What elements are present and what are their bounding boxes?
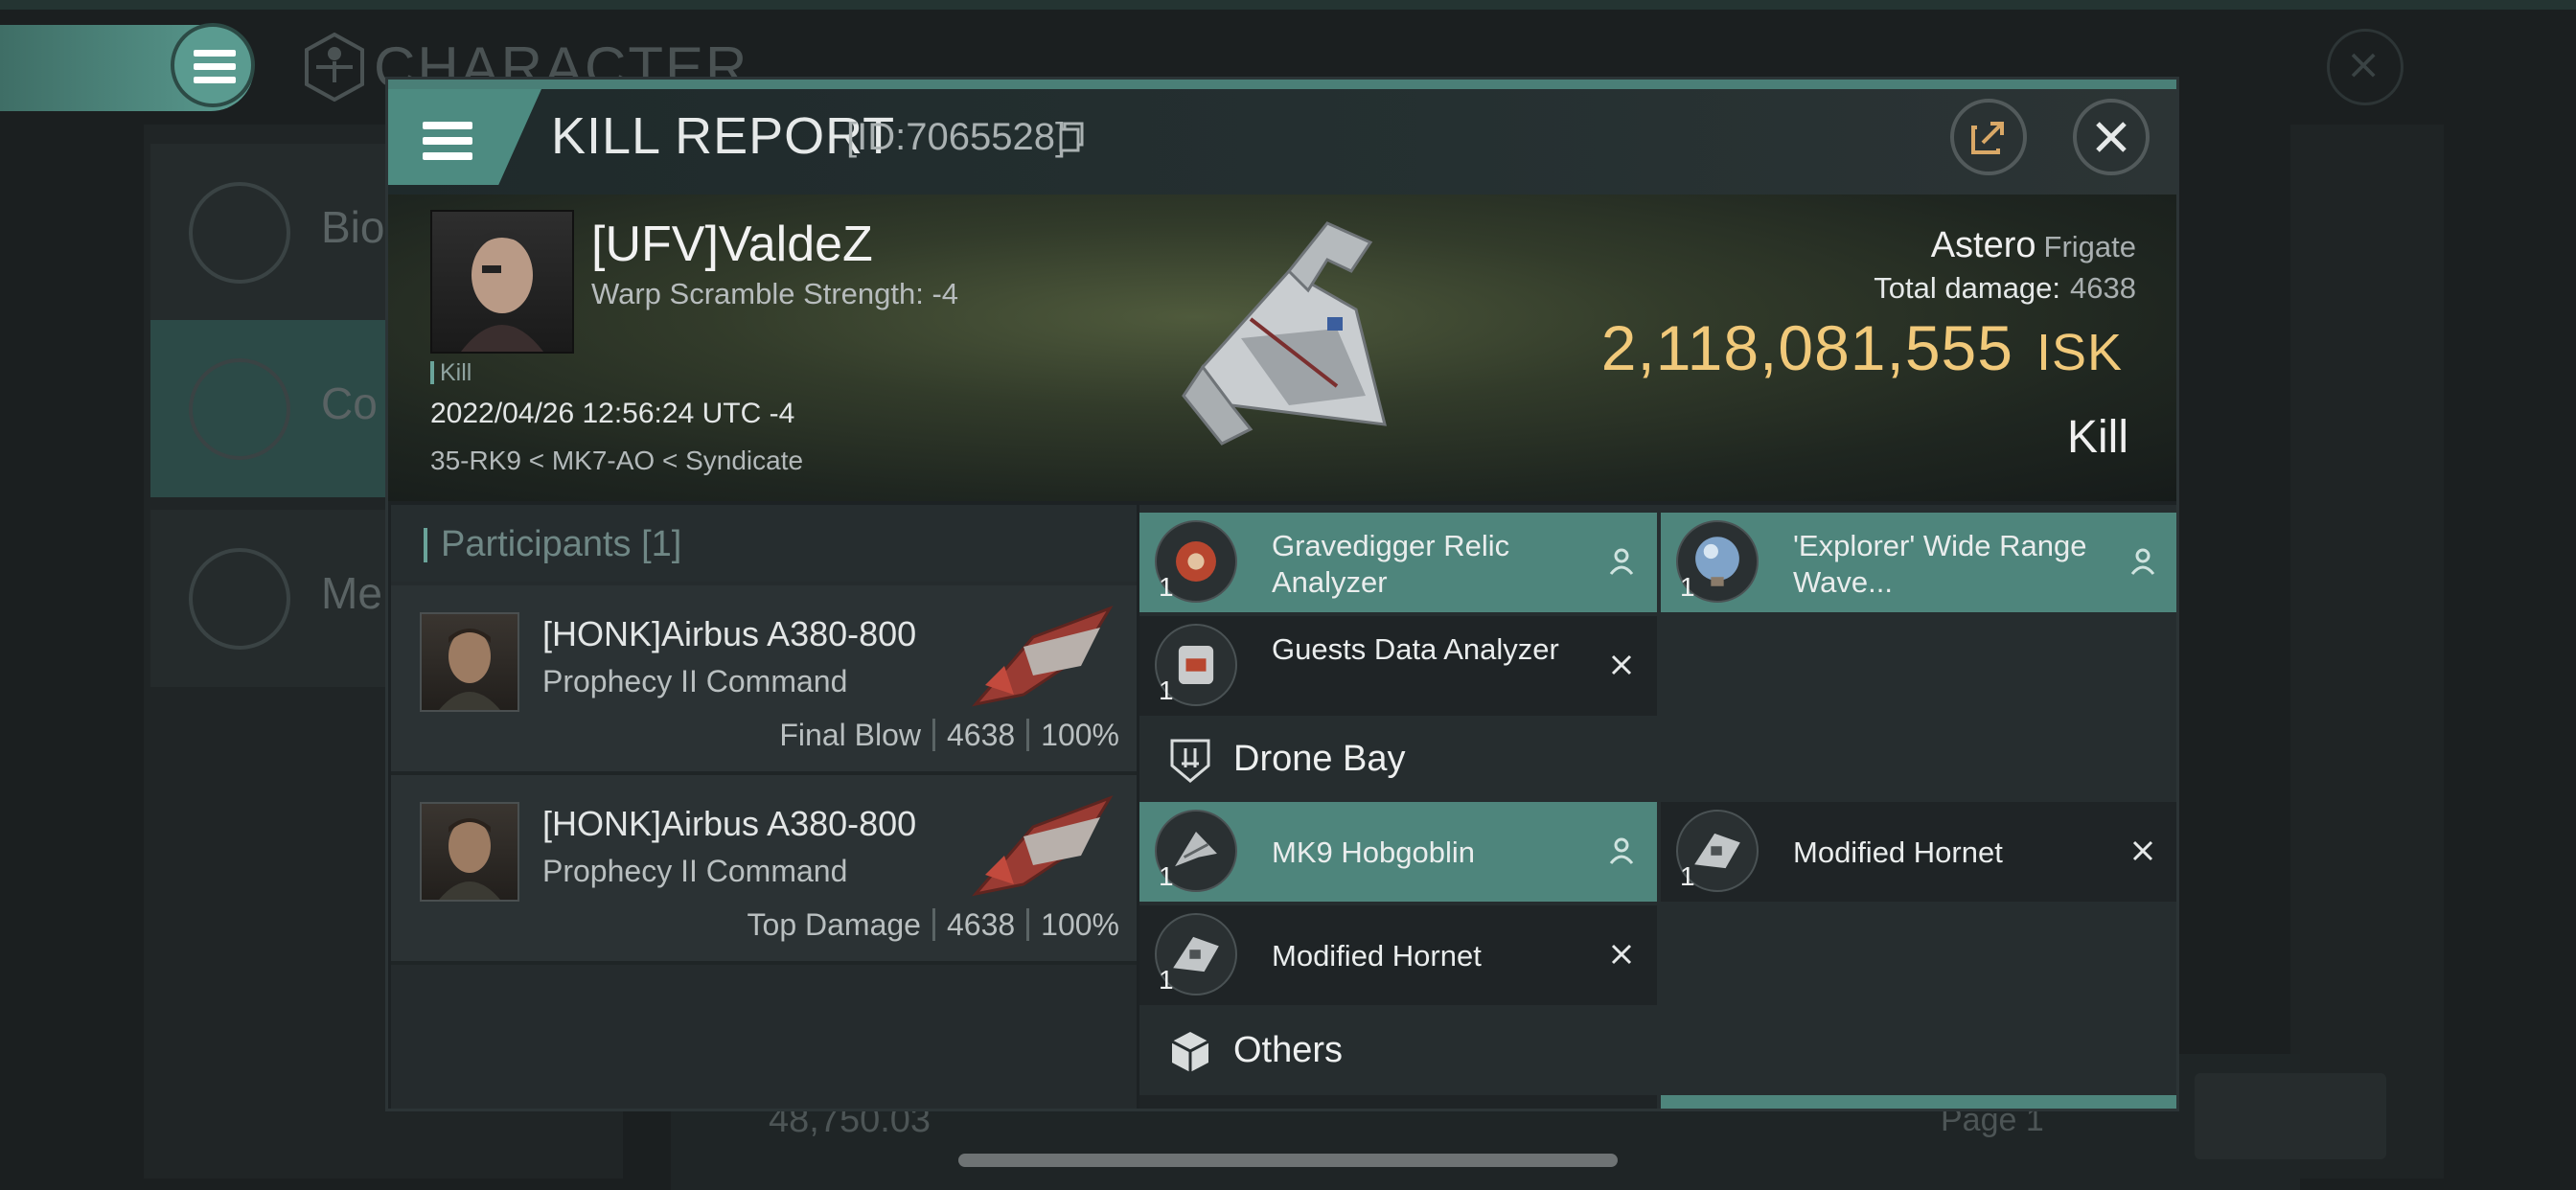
destroyed-x-icon bbox=[1611, 654, 1632, 675]
participant-name: [HONK]Airbus A380-800 bbox=[542, 614, 917, 653]
menu-icon bbox=[423, 122, 472, 129]
participant-damage: 4638 bbox=[946, 718, 1016, 752]
item-qty: 1 bbox=[1680, 861, 1695, 891]
participant-stats: Top Damage 4638 100% bbox=[748, 907, 1119, 943]
ship-name-text: Astero bbox=[1930, 225, 2036, 265]
background-right-panel bbox=[2290, 125, 2444, 1179]
item-modified-hornet[interactable]: 1 Modified Hornet bbox=[1661, 802, 2176, 902]
dialog-title: KILL REPORT bbox=[551, 107, 896, 165]
item-name: Gravedigger Relic Analyzer bbox=[1272, 529, 1510, 599]
kill-tag: Kill bbox=[430, 359, 472, 387]
item-qty: 1 bbox=[1159, 675, 1174, 705]
top-strip bbox=[0, 0, 2576, 10]
participant-avatar bbox=[420, 802, 519, 902]
items-panel: 1 Gravedigger Relic Analyzer 1 'Explorer… bbox=[1139, 505, 2176, 1109]
ship-name[interactable]: Astero Frigate bbox=[1931, 225, 2136, 266]
item-hobgoblin[interactable]: 1 MK9 Hobgoblin bbox=[1139, 802, 1657, 902]
victim-portrait[interactable] bbox=[430, 210, 574, 354]
ship-class: Frigate bbox=[2043, 230, 2136, 263]
participant-percent: 100% bbox=[1041, 907, 1119, 942]
item-qty: 1 bbox=[1159, 861, 1174, 891]
participant-row[interactable]: [HONK]Airbus A380-800 Prophecy II Comman… bbox=[391, 775, 1137, 965]
dropped-person-icon bbox=[1609, 837, 1634, 864]
filter-button[interactable] bbox=[2195, 1073, 2386, 1159]
participants-panel: Participants [1] [HONK]Airbus A380-800 P… bbox=[391, 505, 1137, 1109]
item-partial[interactable] bbox=[1139, 1095, 1657, 1109]
kill-location[interactable]: 35-RK9 < MK7-AO < Syndicate bbox=[430, 446, 803, 476]
swords-icon bbox=[189, 358, 290, 460]
sidebar-item-label: Co bbox=[321, 378, 378, 428]
item-qty: 1 bbox=[1159, 572, 1174, 602]
total-damage: Total damage: 4638 bbox=[1874, 271, 2136, 306]
kill-id: [ID:7065528] bbox=[846, 116, 1067, 158]
character-icon bbox=[305, 33, 364, 102]
participants-header[interactable]: Participants [1] bbox=[391, 505, 1137, 582]
item-qty: 1 bbox=[1680, 572, 1695, 602]
dialog-close-button[interactable] bbox=[2073, 99, 2150, 175]
participant-ship: Prophecy II Command bbox=[542, 664, 848, 698]
item-modified-hornet[interactable]: 1 Modified Hornet bbox=[1139, 905, 1657, 1005]
participant-row[interactable]: [HONK]Airbus A380-800 Prophecy II Comman… bbox=[391, 585, 1137, 775]
main-menu-button[interactable] bbox=[171, 23, 255, 107]
item-name: 'Explorer' Wide Range Wave... bbox=[1793, 529, 2087, 599]
victim-avatar bbox=[461, 231, 543, 352]
isk-unit: ISK bbox=[2036, 324, 2123, 381]
dialog-top-accent bbox=[388, 80, 2176, 89]
participant-role: Final Blow bbox=[779, 718, 921, 752]
item-qty: 1 bbox=[1159, 965, 1174, 995]
participant-ship: Prophecy II Command bbox=[542, 854, 848, 888]
dropped-person-icon bbox=[2130, 548, 2155, 575]
item-name: MK9 Hobgoblin bbox=[1272, 835, 1475, 869]
star-icon bbox=[189, 548, 290, 650]
menu-icon bbox=[194, 50, 236, 57]
kill-report-dialog: KILL REPORT [ID:7065528] [UFV]ValdeZ War… bbox=[385, 77, 2179, 1111]
close-icon bbox=[2096, 122, 2127, 152]
copy-icon[interactable] bbox=[1059, 122, 1084, 152]
isk-amount: 2,118,081,555 bbox=[1600, 312, 2013, 383]
item-explorer-wide-range-wave[interactable]: 1 'Explorer' Wide Range Wave... bbox=[1661, 513, 2176, 612]
participant-damage: 4638 bbox=[946, 907, 1016, 942]
share-button[interactable] bbox=[1950, 99, 2027, 175]
cargo-box-icon bbox=[1171, 1032, 1209, 1072]
item-name: Modified Hornet bbox=[1272, 939, 1482, 973]
home-indicator[interactable] bbox=[958, 1154, 1618, 1167]
prophecy-ship-image bbox=[972, 606, 1114, 707]
sidebar-item-label: Me bbox=[321, 568, 382, 618]
destroyed-x-icon bbox=[1611, 944, 1632, 965]
item-guests-data-analyzer[interactable]: 1 Guests Data Analyzer bbox=[1139, 616, 1657, 716]
total-damage-label: Total damage: bbox=[1874, 271, 2061, 305]
list-icon bbox=[189, 182, 290, 284]
prophecy-ship-image bbox=[972, 795, 1114, 897]
drone-bay-icon bbox=[1170, 739, 1210, 783]
participant-avatar bbox=[420, 612, 519, 712]
destroyed-x-icon bbox=[2132, 840, 2153, 861]
item-partial[interactable] bbox=[1661, 1095, 2176, 1109]
dropped-person-icon bbox=[1609, 548, 1634, 575]
victim-name[interactable]: [UFV]ValdeZ bbox=[591, 216, 873, 273]
participant-stats: Final Blow 4638 100% bbox=[779, 718, 1119, 753]
share-icon bbox=[1971, 122, 2004, 154]
participant-role: Top Damage bbox=[747, 907, 921, 942]
section-title: Drone Bay bbox=[1233, 739, 1406, 779]
item-gravedigger-relic-analyzer[interactable]: 1 Gravedigger Relic Analyzer bbox=[1139, 513, 1657, 612]
section-others[interactable]: Others bbox=[1139, 1011, 2176, 1091]
section-title: Others bbox=[1233, 1030, 1344, 1070]
item-name: Modified Hornet bbox=[1793, 835, 2003, 869]
kill-datetime: 2022/04/26 12:56:24 UTC -4 bbox=[430, 398, 795, 429]
sidebar-item-label: Bio bbox=[321, 202, 385, 252]
astero-ship-image[interactable] bbox=[1145, 204, 1433, 463]
victim-subtitle: Warp Scramble Strength: -4 bbox=[591, 277, 959, 310]
kill-tag-label: Kill bbox=[440, 359, 472, 386]
participant-percent: 100% bbox=[1041, 718, 1119, 752]
victim-summary: [UFV]ValdeZ Warp Scramble Strength: -4 K… bbox=[388, 195, 2176, 501]
total-damage-value: 4638 bbox=[2070, 271, 2136, 305]
section-drone-bay[interactable]: Drone Bay bbox=[1139, 720, 2176, 800]
isk-value: 2,118,081,555 ISK bbox=[1601, 311, 2123, 384]
background-close-button[interactable] bbox=[2327, 29, 2404, 105]
participant-name: [HONK]Airbus A380-800 bbox=[542, 804, 917, 843]
participants-title: Participants [1] bbox=[441, 524, 682, 564]
result-label: Kill bbox=[2066, 412, 2128, 463]
close-icon bbox=[2351, 53, 2376, 78]
item-name: Guests Data Analyzer bbox=[1272, 632, 1559, 666]
